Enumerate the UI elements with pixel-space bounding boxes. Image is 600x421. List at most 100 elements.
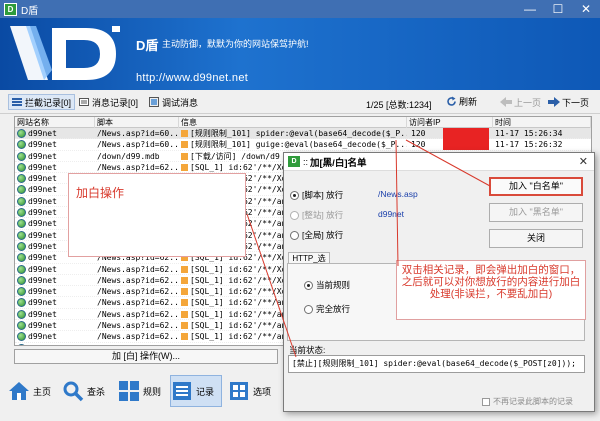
cell-time: 11-17 15:26:32 — [495, 139, 591, 150]
cell-info-text: [SQL_1] id:62'/**/an — [190, 321, 287, 331]
title-bar: D D盾 — ☐ ✕ — [0, 0, 600, 18]
refresh-icon — [447, 96, 456, 106]
refresh-button[interactable]: 刷新 — [446, 95, 477, 108]
list-icon — [12, 98, 22, 106]
cell-script: /News.asp?id=60... — [97, 128, 179, 139]
col-time[interactable]: 时间 — [493, 117, 591, 128]
maximize-button[interactable]: ☐ — [544, 0, 572, 18]
col-info[interactable]: 信息 — [179, 117, 407, 128]
globe-icon — [17, 162, 26, 172]
nav-rules[interactable]: 规则 — [118, 375, 168, 407]
grid-icon — [119, 381, 139, 401]
nav-scan[interactable]: 查杀 — [62, 375, 112, 407]
add-whitelist-button[interactable]: 加入 "白名单" — [489, 177, 583, 196]
close-window-button[interactable]: ✕ — [572, 0, 600, 18]
home-icon — [9, 382, 29, 400]
cell-script-text: /News.asp?id=62... — [97, 321, 179, 331]
annotation-whitelist-operation: 加白操作 — [68, 173, 246, 257]
checkbox-box[interactable] — [482, 397, 490, 406]
globe-icon — [17, 219, 26, 229]
nav-options[interactable]: 选项 — [228, 375, 280, 407]
whitelist-operation-button[interactable]: 加 [白] 操作(W)... — [14, 349, 278, 364]
radio-global-allow[interactable]: [全局] 放行 — [290, 229, 343, 241]
nav-label: 选项 — [253, 386, 272, 397]
radio-full-allow[interactable]: 完全放行 — [304, 303, 350, 315]
radio-dot[interactable] — [304, 280, 313, 290]
rule-icon — [181, 299, 188, 307]
minimize-button[interactable]: — — [516, 0, 544, 18]
col-site[interactable]: 网站名称 — [15, 117, 95, 128]
tab-message-log[interactable]: 消息记录[0] — [76, 94, 141, 110]
cell-info-text: [SQL_1] id:62'/**/Xo — [190, 344, 286, 345]
radio-dot[interactable] — [290, 210, 299, 220]
tab-debug-message[interactable]: 调试消息 — [146, 94, 201, 110]
nav-label: 主页 — [33, 386, 52, 397]
cell-site-text: d99net — [28, 287, 57, 297]
radio-site-allow[interactable]: [整站] 放行 — [290, 209, 343, 221]
globe-icon — [17, 230, 26, 240]
add-blacklist-button[interactable]: 加入 "黑名单" — [489, 203, 583, 222]
table-row[interactable]: d99net/News.asp?id=60... [规则限制_101] guige… — [15, 139, 591, 151]
col-script[interactable]: 脚本 — [95, 117, 179, 128]
nav-records[interactable]: 记录 — [170, 375, 222, 407]
rule-icon — [181, 288, 188, 296]
cell-site: d99net — [28, 151, 94, 162]
cell-info-text: [规则限制_101] spider:@eval(base64_decode($_… — [190, 129, 407, 138]
debug-icon — [149, 97, 159, 107]
d-shield-logo — [10, 26, 120, 80]
cell-info-text: [规则限制_101] guige:@eval(base64_decode($_P… — [190, 140, 407, 150]
ip-redaction — [443, 139, 489, 151]
radio-dot[interactable] — [290, 190, 299, 200]
globe-icon — [17, 196, 26, 206]
globe-icon — [17, 140, 26, 150]
nav-label: 规则 — [143, 386, 162, 397]
options-icon — [230, 382, 248, 400]
cell-script-text: /News.asp?id=62... — [97, 344, 179, 345]
message-icon — [79, 98, 89, 106]
banner: D盾 主动防御，默默为你的网站保驾护航! http://www.d99net.n… — [0, 18, 600, 90]
cell-script: /News.asp?id=62... — [97, 275, 179, 286]
prev-page-button[interactable]: 上一页 — [500, 94, 544, 110]
cell-site-text: d99net — [28, 230, 57, 240]
cell-script: /News.asp?id=62... — [97, 309, 179, 320]
cell-site-text: d99net — [28, 174, 57, 184]
cell-site-text: d99net — [28, 129, 57, 138]
radio-label: [整站] 放行 — [302, 210, 344, 220]
col-visitor-ip[interactable]: 访问者IP — [407, 117, 493, 128]
prev-label: 上一页 — [514, 97, 542, 108]
cell-info: [规则限制_101] guige:@eval(base64_decode($_P… — [181, 139, 407, 150]
cell-site: d99net — [28, 264, 94, 275]
cell-site: d99net — [28, 343, 94, 345]
radio-dot[interactable] — [290, 230, 299, 240]
cell-script: /News.asp?id=62... — [97, 343, 179, 345]
nav-label: 记录 — [196, 386, 215, 397]
rule-icon — [181, 152, 188, 160]
radio-script-allow[interactable]: [脚本] 放行 — [290, 189, 343, 201]
cell-info-text: [SQL_1] id:62'/**/an — [190, 332, 287, 342]
cell-site-text: d99net — [28, 162, 57, 172]
no-record-checkbox[interactable]: 不再记录此脚本的记录 — [482, 396, 573, 407]
globe-icon — [17, 275, 26, 285]
annotation-text: 加白操作 — [76, 186, 125, 200]
cell-script-text: /News.asp?id=60... — [97, 140, 179, 150]
next-page-button[interactable]: 下一页 — [548, 94, 598, 110]
radio-label: [全局] 放行 — [302, 230, 344, 240]
dialog-title-bar: D :: 加[黑/白]名单 ✕ — [284, 153, 594, 171]
dialog-close-icon[interactable]: ✕ — [579, 155, 588, 168]
annotation-double-click-hint: 双击相关记录，即会弹出加白的窗口，之后就可以对你想放行的内容进行加白处理(非误拦… — [396, 260, 586, 320]
cell-script-text: /down/d99.mdb — [97, 151, 160, 161]
page-info: 1/25 [总数:1234] — [366, 100, 432, 110]
cell-script-text: /News.asp?id=62... — [97, 332, 179, 342]
cell-script: /News.asp?id=62... — [97, 331, 179, 342]
radio-current-rule[interactable]: 当前规则 — [304, 279, 350, 291]
next-label: 下一页 — [562, 97, 590, 108]
nav-home[interactable]: 主页 — [8, 375, 56, 407]
globe-icon — [17, 332, 26, 342]
cell-script: /News.asp?id=62... — [97, 264, 179, 275]
search-icon — [63, 381, 84, 402]
close-button[interactable]: 关闭 — [489, 229, 583, 248]
radio-dot[interactable] — [304, 304, 313, 314]
tab-intercept-log[interactable]: 拦截记录[0] — [8, 94, 76, 110]
table-row[interactable]: d99net/News.asp?id=60... [规则限制_101] spide… — [15, 128, 591, 140]
cell-site: d99net — [28, 309, 94, 320]
